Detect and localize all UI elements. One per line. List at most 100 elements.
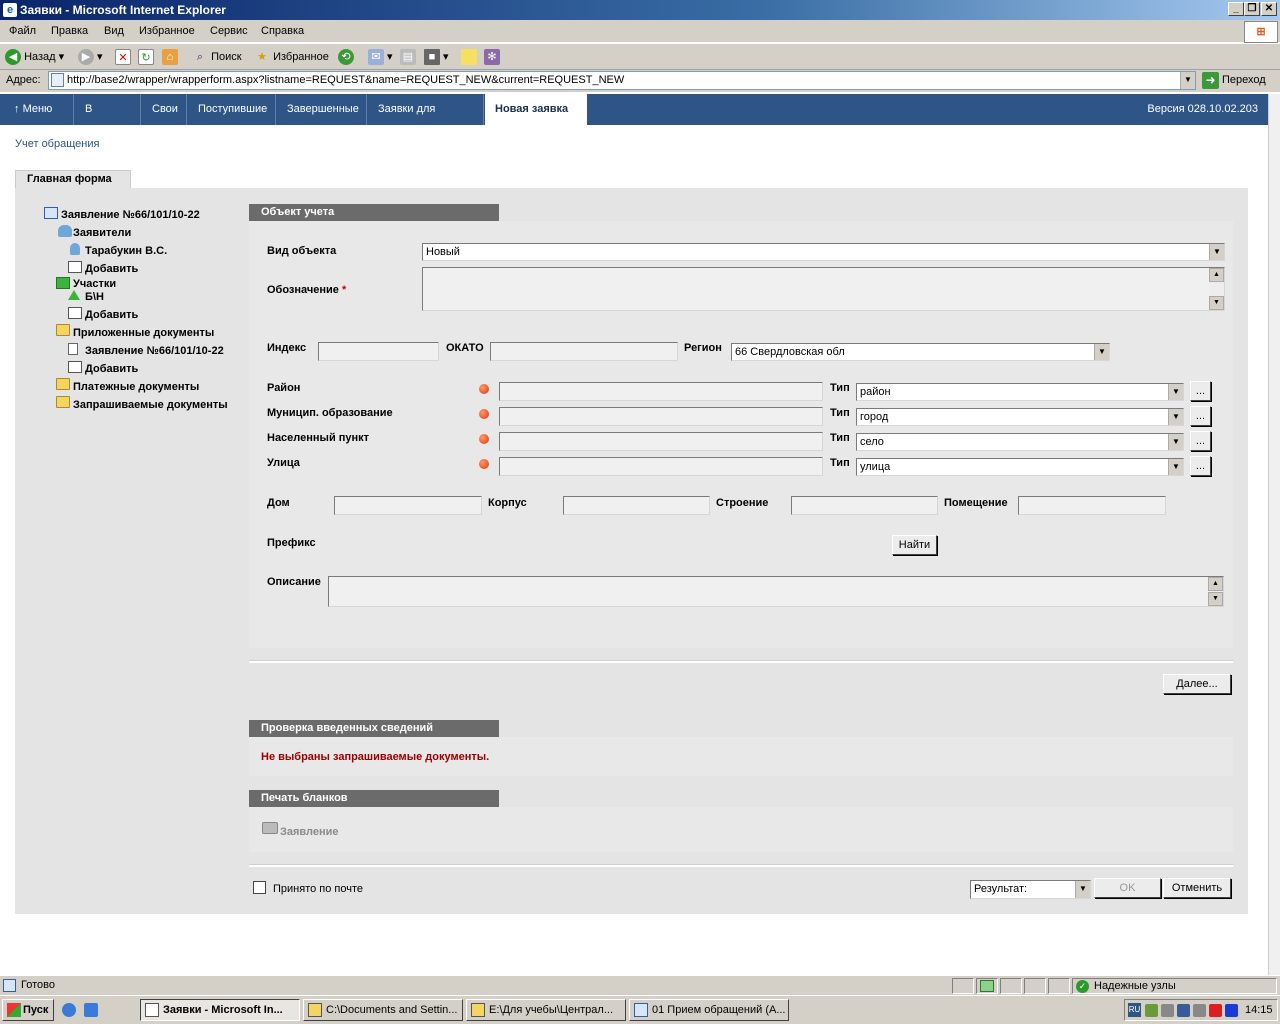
tray-media-icon[interactable]	[1225, 1004, 1238, 1017]
taskbar-item-word[interactable]: 01 Прием обращений (А...	[629, 999, 789, 1021]
taskbar: Пуск Заявки - Microsoft In... C:\Documen…	[0, 995, 1280, 1024]
menu-edit[interactable]: Правка	[51, 25, 88, 37]
stop-button[interactable]: ✕	[115, 48, 131, 66]
refresh-button[interactable]: ↻	[138, 48, 154, 66]
okato-input[interactable]	[490, 342, 678, 361]
taskbar-item-explorer-1[interactable]: C:\Documents and Settin...	[303, 999, 463, 1021]
menu-view[interactable]: Вид	[104, 25, 124, 37]
taskbar-item-ie[interactable]: Заявки - Microsoft In...	[140, 999, 300, 1021]
tree-payment-docs[interactable]: Платежные документы	[73, 381, 199, 393]
mail-button[interactable]: ✉ ▾	[368, 48, 393, 66]
messenger-button[interactable]: ✻	[484, 48, 500, 66]
result-select[interactable]: Результат: ▼	[970, 880, 1091, 899]
municipality-type-select[interactable]: город ▼	[856, 408, 1184, 426]
tab-main-form[interactable]: Главная форма	[15, 170, 131, 189]
street-input[interactable]	[499, 457, 823, 476]
description-scrollbar[interactable]: ▲ ▼	[1208, 577, 1223, 606]
favorites-button[interactable]: ★ Избранное	[254, 48, 329, 66]
tray-app-icon[interactable]	[1193, 1004, 1206, 1017]
menu-favorites[interactable]: Избранное	[139, 25, 195, 37]
edit-button[interactable]: ■ ▾	[424, 48, 449, 66]
tray-app-icon[interactable]	[1145, 1004, 1158, 1017]
address-input[interactable]: http://base2/wrapper/wrapperform.aspx?li…	[48, 71, 1196, 90]
menu-file[interactable]: Файл	[9, 25, 36, 37]
address-dropdown-icon[interactable]: ▼	[1180, 72, 1195, 89]
designation-textarea[interactable]: ▲ ▼	[422, 267, 1225, 311]
settlement-type-select[interactable]: село ▼	[856, 433, 1184, 451]
window-title-bar[interactable]: e Заявки - Microsoft Internet Explorer	[0, 0, 1280, 20]
next-button[interactable]: Далее...	[1163, 674, 1231, 694]
desktop-quicklaunch-icon[interactable]	[84, 1003, 98, 1017]
home-button[interactable]: ⌂	[162, 48, 178, 66]
tab-completed[interactable]: Завершенные	[277, 94, 367, 125]
scroll-down-icon[interactable]: ▼	[1209, 296, 1224, 310]
index-input[interactable]	[318, 342, 439, 361]
start-button[interactable]: Пуск	[2, 999, 54, 1021]
status-text: Готово	[21, 979, 55, 991]
object-type-select[interactable]: Новый ▼	[422, 243, 1225, 261]
go-button[interactable]: ➜ Переход	[1202, 71, 1266, 90]
room-input[interactable]	[1018, 496, 1166, 515]
tray-antivirus-icon[interactable]	[1209, 1004, 1222, 1017]
ok-button[interactable]: OK	[1094, 878, 1161, 898]
municipality-input[interactable]	[499, 407, 823, 426]
taskbar-item-explorer-2[interactable]: E:\Для учебы\Централ...	[466, 999, 626, 1021]
ie-quicklaunch-icon[interactable]	[62, 1003, 76, 1017]
tree-add-attached[interactable]: Добавить	[85, 363, 138, 375]
district-type-select[interactable]: район ▼	[856, 383, 1184, 401]
scroll-up-icon[interactable]: ▲	[1208, 577, 1223, 591]
district-lookup-button[interactable]: ...	[1190, 381, 1211, 401]
find-button[interactable]: Найти	[892, 535, 937, 555]
print-application-link[interactable]: Заявление	[280, 826, 339, 838]
description-textarea[interactable]: ▲ ▼	[328, 576, 1224, 607]
page-scrollbar[interactable]	[1268, 94, 1280, 975]
tree-applicant-1[interactable]: Тарабукин В.С.	[85, 245, 167, 257]
tree-attached-docs[interactable]: Приложенные документы	[73, 327, 214, 339]
maximize-button[interactable]: ❐	[1244, 2, 1260, 16]
street-lookup-button[interactable]: ...	[1190, 456, 1211, 476]
district-input[interactable]	[499, 382, 823, 401]
tree-root[interactable]: Заявление №66/101/10-22	[61, 209, 200, 221]
print-button[interactable]: ▤	[400, 48, 416, 66]
house-input[interactable]	[334, 496, 482, 515]
page-status-icon	[3, 979, 16, 992]
close-button[interactable]: ✕	[1261, 2, 1277, 16]
language-indicator[interactable]: RU	[1128, 1003, 1141, 1017]
tree-plots[interactable]: Участки	[73, 278, 116, 290]
chevron-down-icon: ▼	[1075, 881, 1090, 898]
tab-own[interactable]: Свои	[142, 94, 187, 125]
tab-incoming[interactable]: Поступившие	[188, 94, 276, 125]
mail-checkbox[interactable]	[253, 881, 266, 894]
tree-requested-docs[interactable]: Запрашиваемые документы	[73, 399, 228, 411]
settlement-input[interactable]	[499, 432, 823, 451]
tree-attached-doc-1[interactable]: Заявление №66/101/10-22	[85, 345, 224, 357]
tray-app-icon[interactable]	[1177, 1004, 1190, 1017]
municipality-lookup-button[interactable]: ...	[1190, 406, 1211, 426]
tree-applicants[interactable]: Заявители	[73, 227, 131, 239]
forward-button[interactable]: ▶ ▾	[78, 48, 103, 66]
cancel-button[interactable]: Отменить	[1163, 878, 1231, 898]
search-button[interactable]: ⌕ Поиск	[192, 48, 242, 66]
tab-for-reception[interactable]: Заявки для приема	[368, 94, 484, 145]
designation-scrollbar[interactable]: ▲ ▼	[1209, 268, 1224, 310]
region-select[interactable]: 66 Свердловская обл ▼	[731, 343, 1110, 361]
scroll-down-icon[interactable]: ▼	[1208, 592, 1223, 606]
back-button[interactable]: ◀ Назад ▾	[5, 48, 64, 66]
tab-new-request[interactable]: Новая заявка	[485, 94, 587, 125]
menu-tools[interactable]: Сервис	[210, 25, 248, 37]
tree-add-applicant[interactable]: Добавить	[85, 263, 138, 275]
scroll-up-icon[interactable]: ▲	[1209, 268, 1224, 282]
history-button[interactable]: ⟲	[338, 48, 354, 66]
tree-plot-1[interactable]: Б\Н	[85, 291, 104, 303]
tray-network-icon[interactable]	[1161, 1004, 1174, 1017]
tree-add-plot[interactable]: Добавить	[85, 309, 138, 321]
building-input[interactable]	[563, 496, 710, 515]
settlement-lookup-button[interactable]: ...	[1190, 431, 1211, 451]
street-type-select[interactable]: улица ▼	[856, 458, 1184, 476]
discuss-button[interactable]	[461, 48, 477, 66]
tab-in-progress[interactable]: В работе	[75, 94, 141, 145]
minimize-button[interactable]: _	[1228, 2, 1244, 16]
menu-help[interactable]: Справка	[261, 25, 304, 37]
tab-menu[interactable]: ↑ Меню	[4, 94, 74, 125]
structure-input[interactable]	[791, 496, 938, 515]
